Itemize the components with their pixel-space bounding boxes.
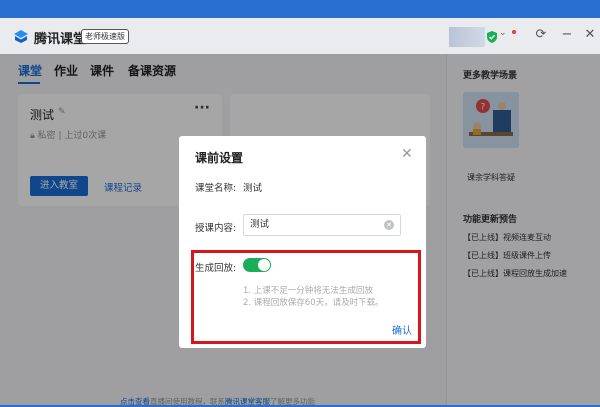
clear-icon[interactable]: ✕ <box>384 220 394 230</box>
chevron-down-icon[interactable]: ⌄ <box>499 28 507 38</box>
notification-dot <box>512 30 516 34</box>
close-icon[interactable]: ✕ <box>401 146 413 162</box>
content-input[interactable]: 测试 <box>243 214 401 236</box>
avatar[interactable] <box>449 27 485 47</box>
class-name-value: 测试 <box>243 183 263 194</box>
app-logo-icon <box>14 30 28 43</box>
shield-icon <box>487 31 497 43</box>
class-name-label: 课堂名称: <box>195 183 237 194</box>
refresh-icon[interactable]: ⟳ <box>533 27 549 43</box>
dialog-title: 课前设置 <box>195 151 244 165</box>
content-label: 授课内容: <box>195 223 237 234</box>
highlight-box <box>191 250 421 344</box>
title-bar: 腾讯课堂 老师极速版 ⌄ ⟳ − ✕ <box>0 18 600 54</box>
close-icon[interactable]: ✕ <box>582 27 598 43</box>
app-title: 腾讯课堂 <box>34 32 87 47</box>
edition-badge: 老师极速版 <box>81 29 129 44</box>
minimize-icon[interactable]: − <box>559 27 575 43</box>
